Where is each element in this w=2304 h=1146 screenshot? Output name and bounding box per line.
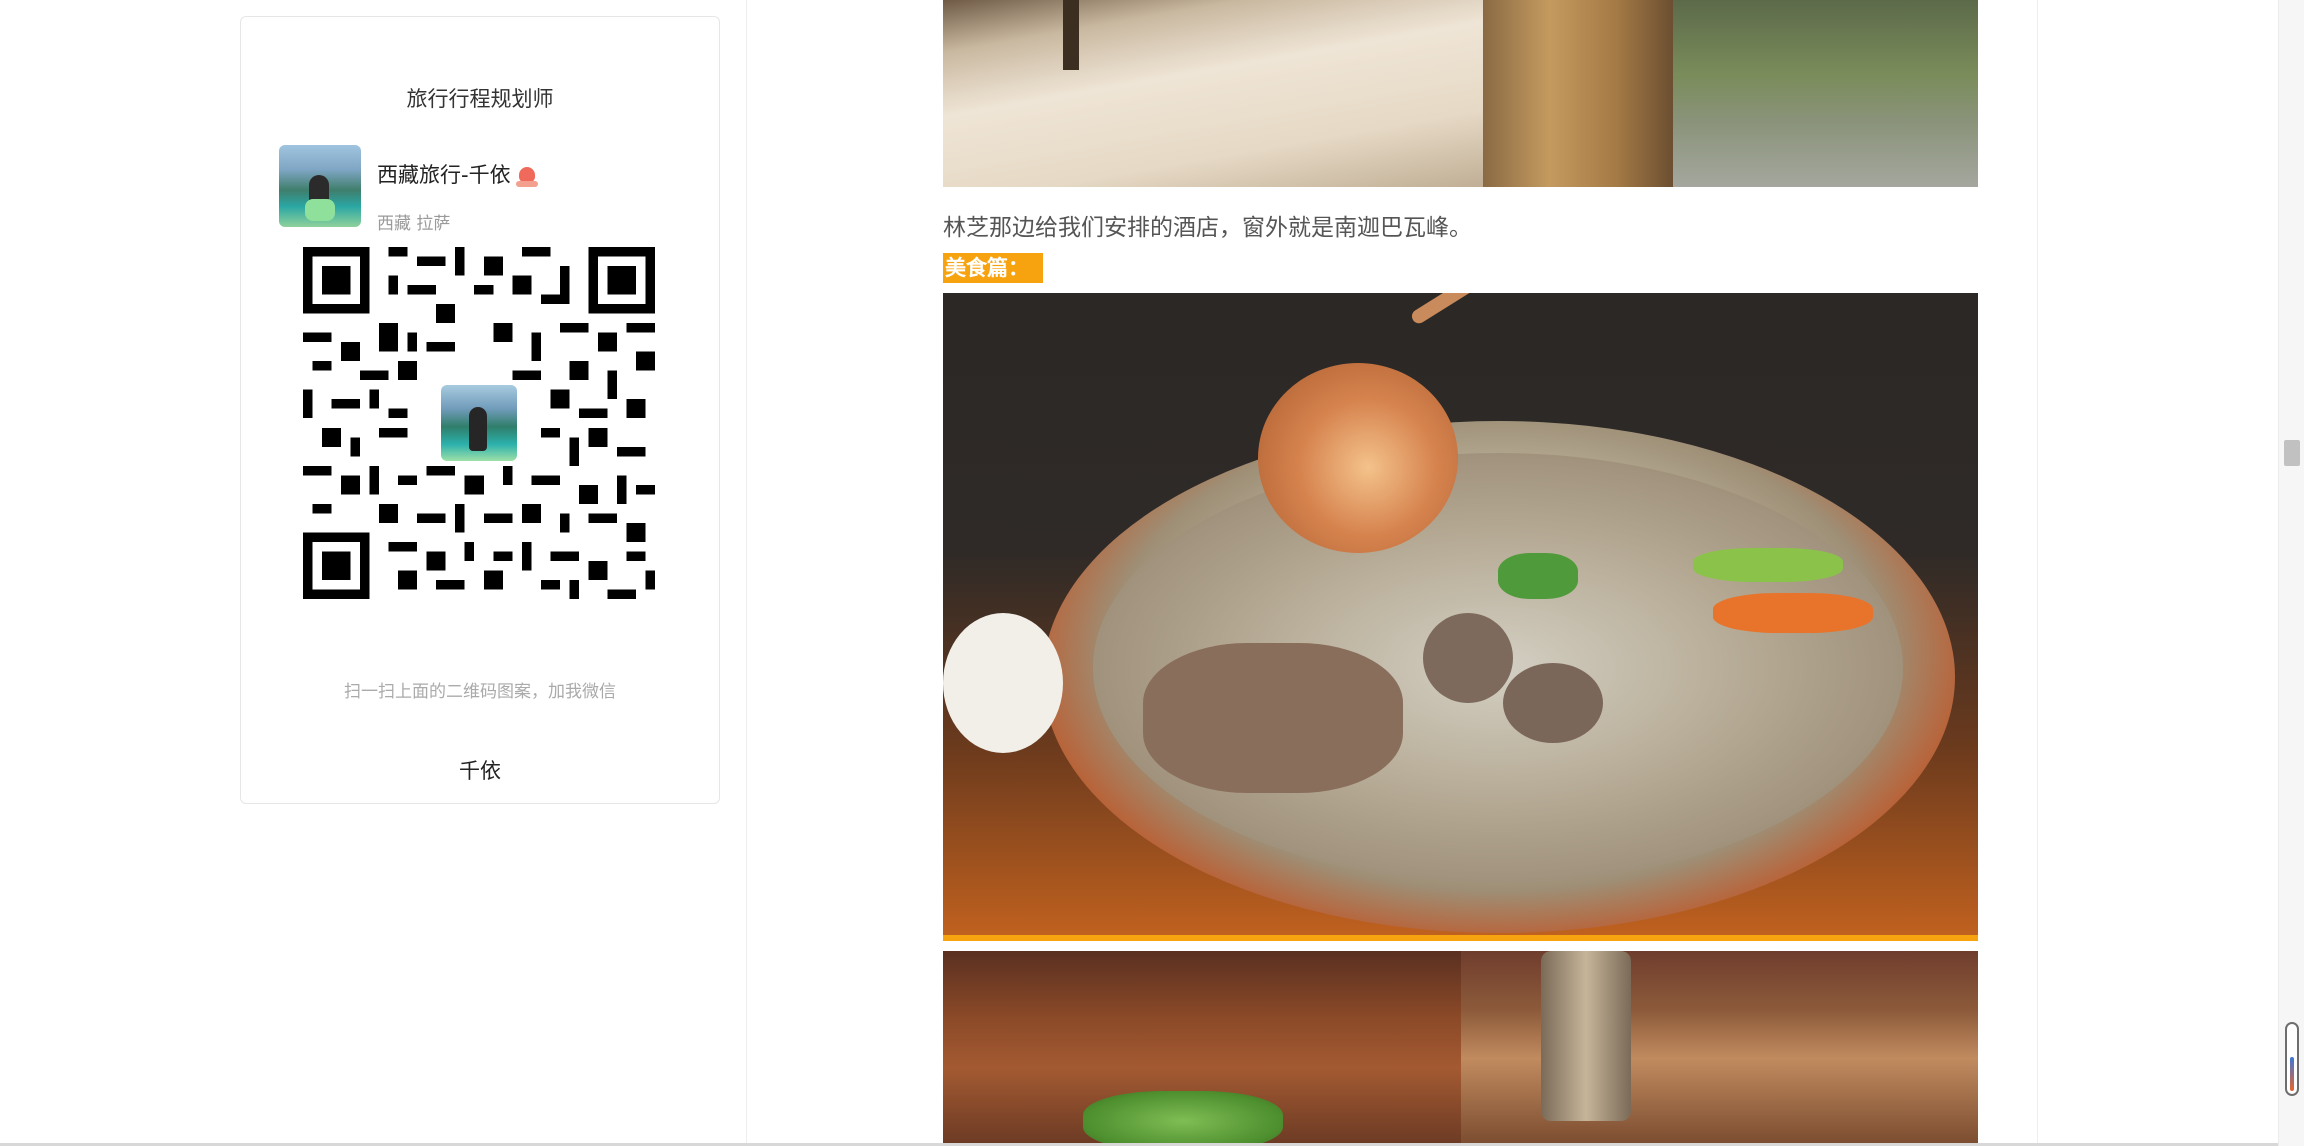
profile-location: 西藏 拉萨 [377,214,451,234]
scroll-position-icon [2285,1022,2299,1096]
hotel-room-photo[interactable] [943,0,1978,187]
card-title: 旅行行程规划师 [406,87,554,111]
avatar[interactable] [279,145,361,227]
yak-hotpot-photo[interactable] [943,293,1978,941]
profile-name-text: 西藏旅行-千依 [377,163,511,187]
food-section-label: 美食篇： [943,253,1043,283]
article-content: 林芝那边给我们安排的酒店，窗外就是南迦巴瓦峰。 美食篇： [943,0,1978,1146]
qr-hint: 扫一扫上面的二维码图案，加我微信 [344,682,616,702]
wechat-qr-code [303,247,655,599]
author-profile[interactable]: 西藏旅行-千依 西藏 拉萨 [279,145,699,234]
author-card: 旅行行程规划师 西藏旅行-千依 西藏 拉萨 扫一扫上面的二维码图案，加我微信 千… [240,16,720,804]
page-scrollbar[interactable] [2278,0,2304,1146]
copper-hotpot-photo[interactable] [1461,951,1978,1146]
sidebar-divider [746,0,747,1146]
person-badge-icon [515,167,538,187]
content-right-divider [2037,0,2038,1146]
card-footer-name: 千依 [459,759,501,783]
qr-center-avatar [436,380,522,466]
scrollbar-thumb[interactable] [2284,440,2300,466]
hotel-caption: 林芝那边给我们安排的酒店，窗外就是南迦巴瓦峰。 [943,215,1472,241]
tibetan-restaurant-photo[interactable] [943,951,1461,1146]
image-accent-bar [943,935,1978,941]
profile-name[interactable]: 西藏旅行-千依 [377,159,538,189]
